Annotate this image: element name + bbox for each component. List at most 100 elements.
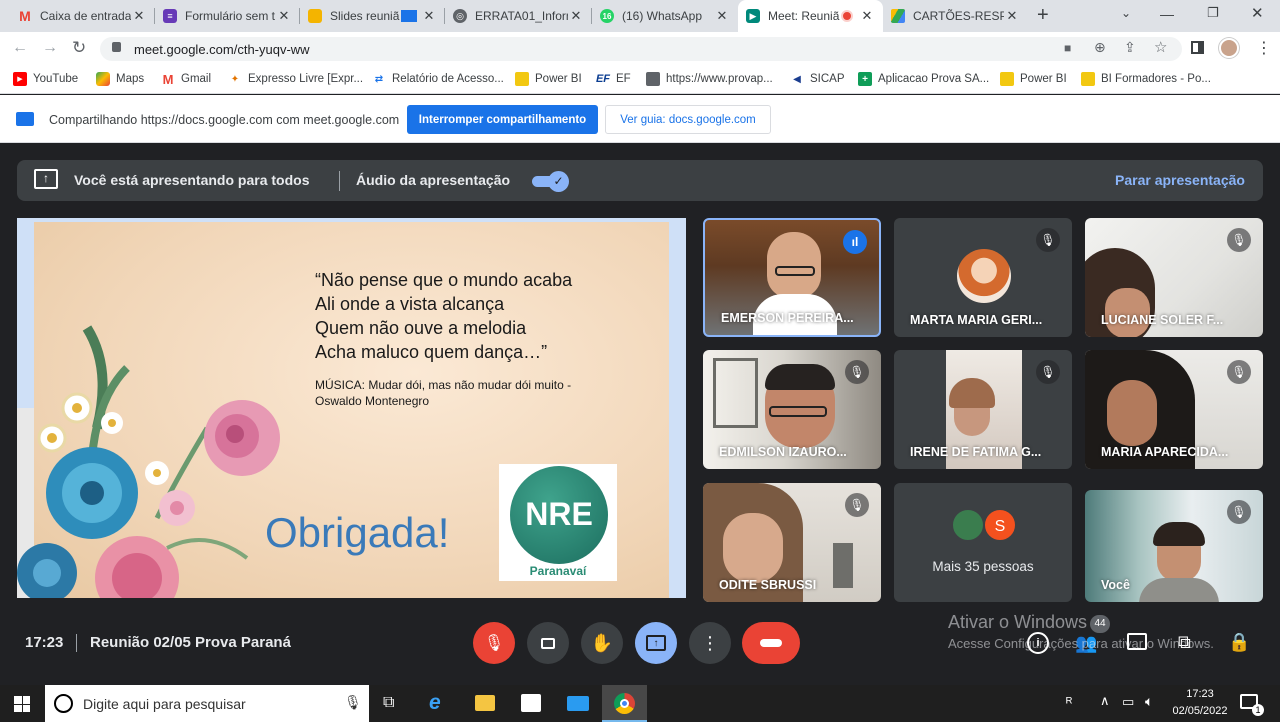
bookmark-maps[interactable]: Maps [96,72,144,86]
bookmark-powerbi[interactable]: Power BI [515,72,582,86]
close-tab-icon[interactable]: ✕ [714,8,730,24]
bookmark-ef[interactable]: EF EF [596,72,631,86]
new-tab-button[interactable]: + [1037,4,1049,27]
address-bar[interactable]: meet.google.com/cth-yuqv-ww ■ ⊕ ⇪ ☆ [100,37,1182,61]
search-placeholder: Digite aqui para pesquisar [83,696,246,712]
mail-icon[interactable] [567,696,589,711]
tab-drive[interactable]: CARTÕES-RESPO ✕ [883,0,1028,32]
bookmark-star-icon[interactable]: ☆ [1154,38,1167,56]
ef-icon: EF [595,73,611,85]
forward-icon[interactable]: → [42,39,58,57]
logo-text: NRE [525,496,593,532]
participant-tile[interactable]: 🎙︎ LUCIANE SOLER F... [1085,218,1263,337]
participant-tile[interactable]: 🎙︎ MARIA APARECIDA... [1085,350,1263,469]
bookmark-label: Aplicacao Prova SA... [878,73,990,85]
camera-icon[interactable]: ■ [1064,41,1071,55]
clock-date[interactable]: 02/05/2022 [1165,705,1235,717]
bookmark-label: SICAP [810,73,845,85]
host-controls-icon[interactable]: 🔒 [1228,632,1250,653]
restore-button[interactable]: ❐ [1207,5,1219,21]
file-explorer-icon[interactable] [475,695,495,711]
recording-icon [841,10,853,22]
zoom-icon[interactable]: ⊕ [1094,39,1106,56]
store-icon[interactable] [521,694,541,712]
tab-gmail[interactable]: M Caixa de entrada ✕ [10,0,155,32]
bookmark-label: https://www.provap... [666,73,773,85]
bookmark-bi-formadores[interactable]: BI Formadores - Po... [1081,72,1211,86]
minimize-button[interactable]: — [1160,6,1174,22]
leave-call-button[interactable] [742,622,800,664]
close-tab-icon[interactable]: ✕ [131,8,147,24]
slide-thanks: Obrigada! [265,509,450,556]
present-button[interactable]: ↑ [635,622,677,664]
tab-forms[interactable]: ≡ Formulário sem t ✕ [155,0,300,32]
network-icon[interactable]: ▭ [1122,694,1134,710]
share-icon[interactable]: ⇪ [1124,39,1136,56]
stop-sharing-button[interactable]: Interromper compartilhamento [407,105,598,134]
reload-icon[interactable]: ↻ [72,38,86,58]
clock-time[interactable]: 17:23 [1170,688,1230,700]
windows-start-icon[interactable] [14,696,30,712]
bookmark-provap[interactable]: https://www.provap... [646,72,773,86]
tab-slides[interactable]: Slides reuniã ✕ [300,0,445,32]
taskbar-search-box[interactable]: Digite aqui para pesquisar 🎙︎ [45,685,369,722]
tray-chevron-icon[interactable]: ∧ [1100,693,1110,709]
stop-presenting-button[interactable]: Parar apresentação [1115,172,1245,188]
video-camera-icon [541,637,555,649]
tab-whatsapp[interactable]: 16 (16) WhatsApp ✕ [592,0,738,32]
whatsapp-icon: 16 [600,9,614,23]
raise-hand-button[interactable]: ✋ [581,622,623,664]
tab-title: Meet: Reuniã [768,9,840,23]
bookmark-expresso[interactable]: ✦ Expresso Livre [Expr... [228,72,363,86]
powerbi-icon [1000,72,1014,86]
gmail-icon: M [162,71,174,87]
bookmark-sicap[interactable]: ◀ SICAP [790,72,845,86]
menu-kebab-icon[interactable]: ⋮ [1256,38,1272,58]
tab-errata[interactable]: ◎ ERRATA01_Inform ✕ [445,0,592,32]
mic-toggle-button[interactable]: 🎙︎ [473,622,515,664]
participant-tile[interactable]: ıl EMERSON PEREIRA... [703,218,881,337]
more-participants-tile[interactable]: S Mais 35 pessoas [894,483,1072,602]
close-tab-icon[interactable]: ✕ [568,8,584,24]
close-tab-icon[interactable]: ✕ [1004,8,1020,24]
present-screen-icon: ↑ [646,635,666,651]
bookmark-youtube[interactable]: ▶ YouTube [13,72,78,86]
bookmark-label: Power BI [535,73,582,85]
back-icon[interactable]: ← [12,39,28,57]
sharing-infobar: Compartilhando https://docs.google.com c… [0,95,1280,143]
close-tab-icon[interactable]: ✕ [276,8,292,24]
side-panel-icon[interactable] [1191,41,1204,54]
windows-taskbar: Digite aqui para pesquisar 🎙︎ ⧉ e ᴿ ∧ ▭ … [0,685,1280,722]
mic-off-icon: 🎙︎ [845,493,869,517]
participant-tile[interactable]: 🎙︎ ODITE SBRUSSI [703,483,881,602]
self-view-tile[interactable]: 🎙︎ Você [1085,490,1263,602]
bookmark-aplicacao[interactable]: + Aplicacao Prova SA... [858,72,989,86]
microphone-icon[interactable]: 🎙︎ [344,694,362,711]
participant-tile[interactable]: 🎙︎ MARTA MARIA GERI... [894,218,1072,337]
drive-icon [891,9,905,23]
volume-icon[interactable]: 🔈︎ [1145,693,1153,710]
tab-strip: M Caixa de entrada ✕ ≡ Formulário sem t … [0,0,1280,32]
audio-toggle[interactable]: ✓ [532,171,570,192]
chrome-taskbar-button[interactable] [602,685,647,722]
close-window-button[interactable]: ✕ [1251,4,1264,22]
edge-icon[interactable]: e [429,691,441,715]
participant-tile[interactable]: 🎙︎ IRENE DE FATIMA G... [894,350,1072,469]
close-tab-icon[interactable]: ✕ [421,8,437,24]
close-tab-icon[interactable]: ✕ [859,8,875,24]
bookmark-powerbi-2[interactable]: Power BI [1000,72,1067,86]
profile-avatar[interactable] [1219,38,1239,58]
tab-search-chevron-icon[interactable]: ⌄ [1121,6,1131,20]
more-options-button[interactable]: ⋮ [689,622,731,664]
tab-title: (16) WhatsApp [622,9,703,23]
camera-toggle-button[interactable] [527,622,569,664]
search-circle-icon [54,694,73,713]
participant-tile[interactable]: 🎙︎ EDMILSON IZAURO... [703,350,881,469]
tab-meet[interactable]: ▶ Meet: Reuniã ✕ [738,0,883,32]
tab-title: Caixa de entrada [40,9,131,23]
view-tab-button[interactable]: Ver guia: docs.google.com [605,105,771,134]
bookmark-gmail[interactable]: M Gmail [161,71,211,87]
people-tray-icon[interactable]: ᴿ [1066,694,1072,710]
task-view-icon[interactable]: ⧉ [383,694,394,712]
bookmark-relatorio[interactable]: ⇄ Relatório de Acesso... [372,72,504,86]
